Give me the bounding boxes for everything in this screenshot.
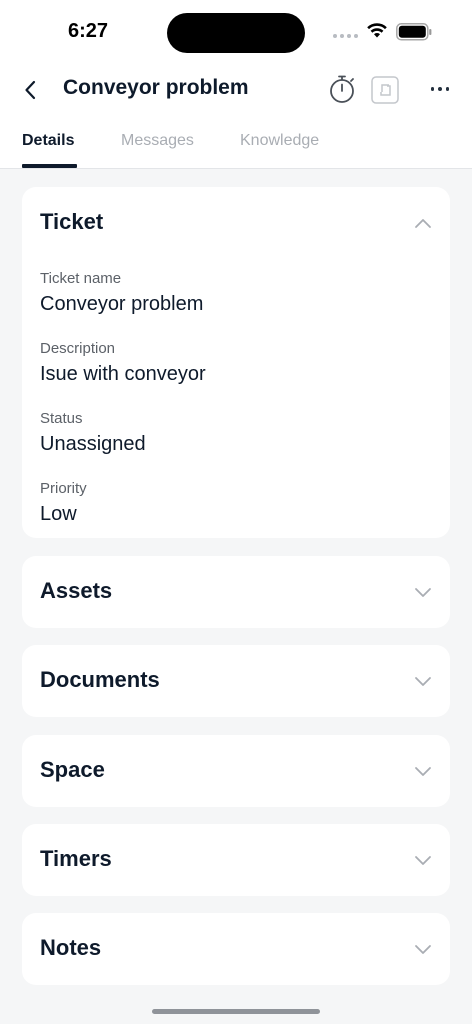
home-indicator[interactable] [152, 1009, 320, 1014]
notes-section-title: Notes [40, 935, 102, 960]
tab-bar: Details Messages Knowledge [0, 118, 472, 169]
ticket-name-value: Conveyor problem [40, 293, 204, 315]
timers-section[interactable]: Timers [22, 824, 450, 896]
ticket-section-title[interactable]: Ticket [40, 209, 103, 235]
documents-section-title: Documents [40, 667, 160, 692]
chevron-down-icon [415, 588, 431, 597]
tab-messages[interactable]: Messages [121, 132, 194, 150]
space-section-title: Space [40, 757, 105, 782]
tab-knowledge[interactable]: Knowledge [240, 132, 319, 150]
more-icon[interactable] [424, 79, 456, 99]
chevron-down-icon [415, 945, 431, 954]
expand-icon[interactable] [370, 75, 400, 105]
battery-icon [396, 23, 432, 41]
page-title: Conveyor problem [63, 76, 249, 99]
assets-section[interactable]: Assets [22, 556, 450, 628]
notes-section[interactable]: Notes [22, 913, 450, 985]
tab-details[interactable]: Details [22, 132, 74, 150]
stopwatch-icon[interactable] [326, 73, 358, 105]
description-value: Isue with conveyor [40, 363, 206, 385]
timers-section-title: Timers [40, 846, 112, 871]
chevron-up-icon[interactable] [414, 217, 432, 229]
back-button[interactable] [14, 76, 46, 104]
priority-value: Low [40, 503, 77, 525]
status-value: Unassigned [40, 433, 146, 455]
back-arrow-icon [25, 80, 36, 100]
space-section[interactable]: Space [22, 735, 450, 807]
active-tab-indicator [22, 164, 77, 168]
ticket-name-label: Ticket name [40, 270, 122, 287]
chevron-down-icon [415, 677, 431, 686]
wifi-icon [367, 23, 387, 38]
status-time: 6:27 [68, 20, 109, 42]
ticket-section: Ticket Ticket name Conveyor problem Desc… [22, 187, 450, 538]
documents-section[interactable]: Documents [22, 645, 450, 717]
header: 6:27 Conveyor problem Details Messages K… [0, 0, 472, 169]
chevron-down-icon [415, 767, 431, 776]
signal-icon [333, 34, 358, 38]
chevron-down-icon [415, 856, 431, 865]
priority-label: Priority [40, 480, 87, 497]
status-bar: 6:27 [0, 0, 472, 62]
dynamic-island [167, 13, 305, 53]
assets-section-title: Assets [40, 578, 113, 603]
navigation-bar: Conveyor problem [0, 62, 472, 118]
description-label: Description [40, 340, 116, 357]
status-label: Status [40, 410, 83, 427]
